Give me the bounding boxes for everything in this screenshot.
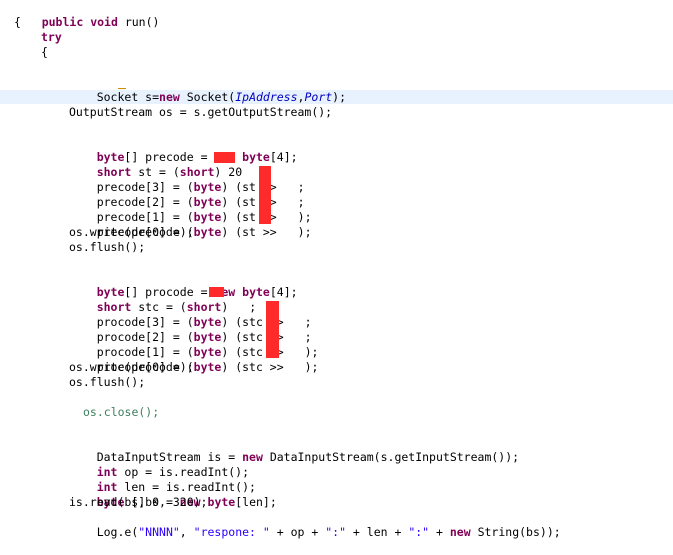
code-line-os-flush[interactable]: os.flush(); xyxy=(69,240,145,255)
code-line-precode-1[interactable]: precode[1] = (byte) (st >> ); xyxy=(69,195,312,224)
redaction-mark xyxy=(209,287,224,297)
code-line-int-op[interactable]: int op = is.readInt(); xyxy=(69,450,249,479)
keyword: public xyxy=(41,15,84,29)
code-line-is-read[interactable]: is.read(bs, 0, 320); xyxy=(69,495,207,510)
code-line-os-write[interactable]: os.write(procode); xyxy=(69,360,194,375)
code-line-precode-0[interactable]: precode[0] = (byte) (st >> ); xyxy=(69,210,312,239)
code-line-procode-decl[interactable]: byte[] procode = new byte[4]; xyxy=(69,270,298,299)
code-line-os-flush[interactable]: os.flush(); xyxy=(69,375,145,390)
code-line-try[interactable]: try xyxy=(41,30,62,45)
code-line-os-close[interactable]: os.close(); xyxy=(83,405,159,420)
code-line-method-signature[interactable]: public void run() xyxy=(14,0,160,29)
redaction-mark xyxy=(266,301,279,358)
code-line-procode-1[interactable]: procode[1] = (byte) (stc >> ); xyxy=(69,330,319,359)
code-line-os-write[interactable]: os.write(precode); xyxy=(69,225,194,240)
code-line-open-brace[interactable]: { xyxy=(41,45,48,60)
code-line-int-len[interactable]: int len = is.readInt(); xyxy=(69,465,256,494)
warning-underline xyxy=(118,88,126,89)
code-line-socket[interactable]: Socket s=new Socket(IpAddress,Port); xyxy=(69,75,346,104)
code-line-datainputstream[interactable]: DataInputStream is = new DataInputStream… xyxy=(69,435,519,464)
redaction-mark xyxy=(259,166,271,224)
code-line-open-brace[interactable]: { xyxy=(14,15,21,30)
redaction-mark xyxy=(214,152,235,163)
code-line-short-stc[interactable]: short stc = (short) ; xyxy=(69,285,256,314)
code-line-procode-0[interactable]: procode[0] = (byte) (stc >> ); xyxy=(69,345,319,374)
code-line-precode-decl[interactable]: byte[] precode = new byte[4]; xyxy=(69,135,298,164)
code-line-outputstream[interactable]: OutputStream os = s.getOutputStream(); xyxy=(69,105,332,120)
code-editor[interactable]: public void run() { try { Socket s=new S… xyxy=(0,0,673,539)
code-line-log[interactable]: Log.e("NNNN", "respone: " + op + ":" + l… xyxy=(69,510,561,539)
code-line-byte-bs[interactable]: byte []bs = new byte[len]; xyxy=(69,480,277,509)
